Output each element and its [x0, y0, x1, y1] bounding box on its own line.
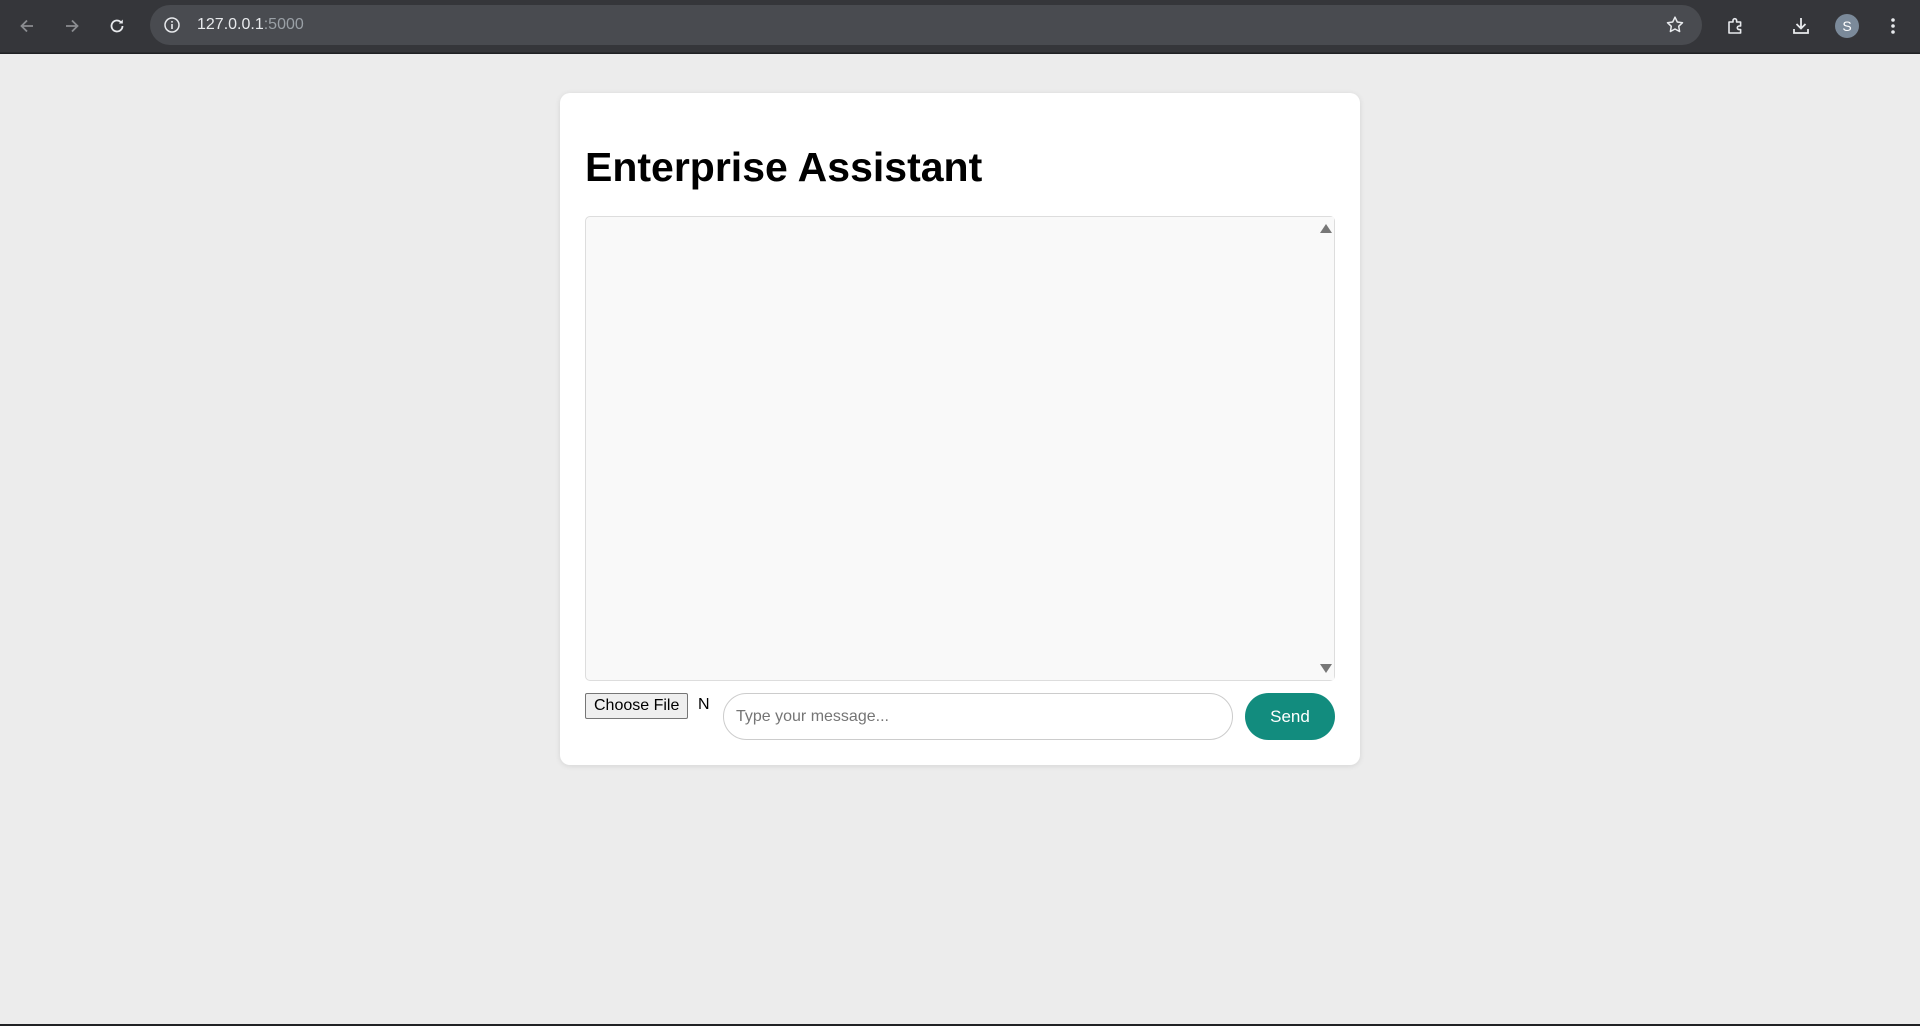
reload-icon [110, 19, 124, 33]
downloads-button[interactable] [1784, 9, 1818, 43]
address-bar[interactable]: 127.0.0.1:5000 [150, 5, 1702, 45]
file-status-text: N [698, 696, 710, 713]
url-text[interactable]: 127.0.0.1:5000 [197, 5, 304, 45]
browser-menu-button[interactable] [1876, 9, 1910, 43]
url-host: 127.0.0.1 [197, 16, 264, 33]
forward-button[interactable] [55, 9, 89, 43]
profile-button[interactable]: S [1830, 9, 1864, 43]
avatar: S [1835, 14, 1859, 38]
back-button[interactable] [10, 9, 44, 43]
message-input[interactable] [723, 693, 1233, 740]
reload-button[interactable] [100, 9, 134, 43]
forward-arrow-icon [66, 19, 79, 33]
scroll-down-arrow-icon[interactable] [1320, 664, 1332, 673]
chat-container: Enterprise Assistant Choose File N Send [560, 93, 1360, 765]
page-title: Enterprise Assistant [585, 144, 983, 190]
page-viewport: Enterprise Assistant Choose File N Send [0, 54, 1920, 1024]
kebab-menu-icon [1891, 18, 1895, 34]
extensions-button[interactable] [1719, 9, 1753, 43]
chat-input-row: Choose File N Send [585, 693, 1335, 741]
scroll-up-arrow-icon[interactable] [1320, 224, 1332, 233]
choose-file-button[interactable]: Choose File [585, 693, 689, 719]
back-arrow-icon [20, 19, 33, 33]
chat-messages-area[interactable] [585, 216, 1335, 681]
send-button[interactable]: Send [1245, 693, 1335, 740]
star-icon[interactable] [1664, 14, 1686, 36]
url-port: :5000 [263, 16, 304, 33]
browser-toolbar: 127.0.0.1:5000 S [0, 0, 1920, 53]
chat-scrollbar[interactable] [1317, 217, 1334, 680]
info-icon[interactable] [162, 15, 182, 35]
puzzle-icon [1728, 17, 1742, 34]
download-icon [1793, 18, 1809, 34]
